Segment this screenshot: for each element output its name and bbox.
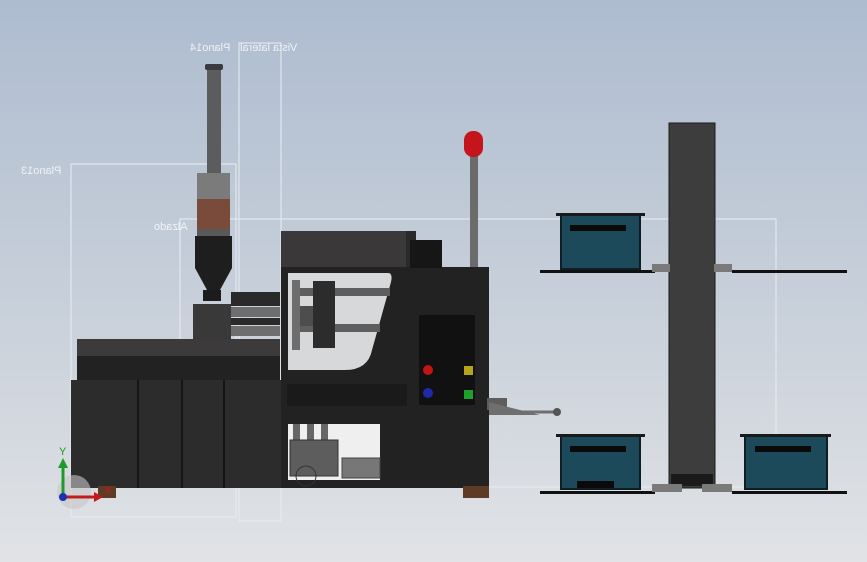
conveyor-system[interactable] bbox=[540, 122, 847, 494]
plane-label-plano13: Plano13 bbox=[21, 165, 62, 177]
hopper-collar bbox=[197, 173, 230, 199]
base-cabinet bbox=[71, 380, 281, 488]
yellow-button-icon bbox=[464, 366, 473, 375]
injection-machine-model[interactable]: Y X bbox=[0, 0, 867, 562]
conveyor-tower bbox=[668, 122, 716, 489]
bin-top-left bbox=[556, 213, 645, 270]
cad-viewport[interactable]: Y X Vista lateral Plano14 Plano13 Alzado bbox=[0, 0, 867, 562]
plane-label-lateral: Vista lateral bbox=[240, 42, 298, 54]
bin-bottom-right bbox=[740, 434, 831, 490]
triad-y-label: Y bbox=[59, 446, 67, 458]
injection-unit[interactable] bbox=[71, 64, 281, 498]
exhaust-pipe bbox=[207, 64, 221, 174]
hopper-cone bbox=[195, 236, 232, 290]
mold-plate bbox=[313, 281, 335, 348]
plane-label-alzado: Alzado bbox=[154, 221, 188, 233]
red-button-icon bbox=[423, 365, 433, 375]
beacon-light-icon bbox=[464, 131, 483, 157]
tie-bar bbox=[231, 307, 280, 317]
hopper-heater bbox=[197, 199, 230, 229]
tie-bar bbox=[231, 326, 280, 336]
z-axis-icon bbox=[59, 493, 67, 501]
barrel-housing bbox=[193, 304, 231, 342]
green-button-icon bbox=[464, 390, 473, 399]
blue-button-icon bbox=[423, 388, 433, 398]
clamping-unit[interactable] bbox=[281, 131, 561, 498]
beacon-pole bbox=[470, 155, 478, 267]
triad-x-label: X bbox=[104, 485, 112, 497]
bin-bottom-left bbox=[556, 434, 645, 490]
plane-label-plano14: Plano14 bbox=[190, 42, 231, 54]
